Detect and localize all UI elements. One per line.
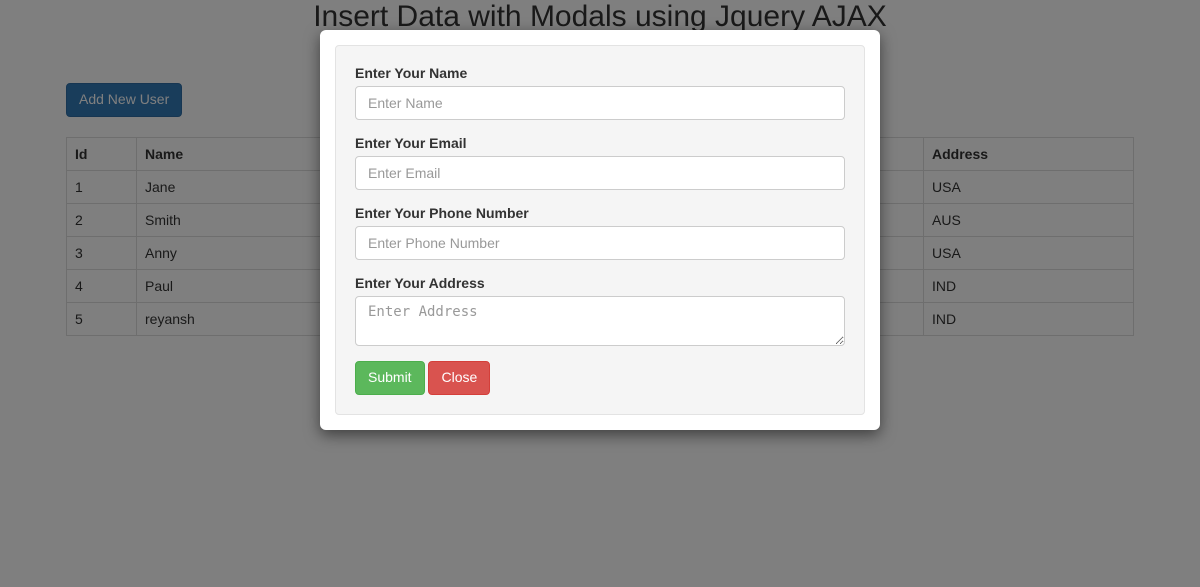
email-label: Enter Your Email (355, 135, 845, 151)
close-button[interactable]: Close (428, 361, 490, 395)
add-user-modal: Enter Your Name Enter Your Email Enter Y… (320, 30, 880, 430)
address-input[interactable] (355, 296, 845, 346)
name-input[interactable] (355, 86, 845, 120)
submit-button[interactable]: Submit (355, 361, 425, 395)
phone-label: Enter Your Phone Number (355, 205, 845, 221)
phone-input[interactable] (355, 226, 845, 260)
name-label: Enter Your Name (355, 65, 845, 81)
address-label: Enter Your Address (355, 275, 845, 291)
email-input[interactable] (355, 156, 845, 190)
